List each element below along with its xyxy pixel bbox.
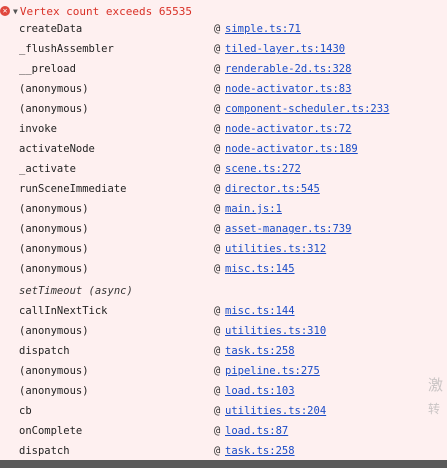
source-link[interactable]: misc.ts:145 [225,259,295,279]
frame-function: (anonymous) [19,103,89,115]
stack-frame: runSceneImmediate @ director.ts:545 [0,179,447,199]
frame-function: invoke [19,123,57,135]
at-symbol: @ [214,203,221,215]
at-symbol: @ [214,305,221,317]
frame-function: (anonymous) [19,263,89,275]
frame-function: (anonymous) [19,83,89,95]
source-link[interactable]: pipeline.ts:275 [225,361,320,381]
source-link[interactable]: director.ts:545 [225,179,320,199]
frame-function: onComplete [19,425,83,437]
watermark-glyph: 激 [428,376,444,394]
console-error-panel: ✕ ▼ Vertex count exceeds 65535 createDat… [0,0,447,460]
at-symbol: @ [214,325,221,337]
source-link[interactable]: utilities.ts:310 [225,321,326,341]
stack-frame: (anonymous) @ pipeline.ts:275 [0,361,447,381]
error-icon: ✕ [0,6,10,16]
stack-frame: (anonymous) @ node-activator.ts:83 [0,79,447,99]
stack-frame: (anonymous) @ asset-manager.ts:739 [0,219,447,239]
at-symbol: @ [214,385,221,397]
frame-function: (anonymous) [19,243,89,255]
at-symbol: @ [214,445,221,457]
source-link[interactable]: scene.ts:272 [225,159,301,179]
source-link[interactable]: task.ts:258 [225,341,295,361]
at-symbol: @ [214,243,221,255]
at-symbol: @ [214,263,221,275]
source-link[interactable]: load.ts:87 [225,421,288,441]
error-message: Vertex count exceeds 65535 [19,4,193,18]
stack-frame: (anonymous) @ main.js:1 [0,199,447,219]
async-label: setTimeout (async) [19,285,133,297]
error-message-row[interactable]: ✕ ▼ Vertex count exceeds 65535 [0,3,192,19]
source-link[interactable]: utilities.ts:204 [225,401,326,421]
at-symbol: @ [214,103,221,115]
frame-function: callInNextTick [19,305,108,317]
source-link[interactable]: node-activator.ts:72 [225,119,351,139]
source-link[interactable]: renderable-2d.ts:328 [225,59,351,79]
frame-function: dispatch [19,345,70,357]
stack-frame: __preload @ renderable-2d.ts:328 [0,59,447,79]
stack-frame: (anonymous) @ misc.ts:145 [0,259,447,279]
source-link[interactable]: main.js:1 [225,199,282,219]
stack-frame: invoke @ node-activator.ts:72 [0,119,447,139]
stack-frame: createData @ simple.ts:71 [0,19,447,39]
stack-frame: _activate @ scene.ts:272 [0,159,447,179]
frame-function: (anonymous) [19,385,89,397]
frame-function: (anonymous) [19,325,89,337]
stack-frame: onComplete @ load.ts:87 [0,421,447,441]
source-link[interactable]: tiled-layer.ts:1430 [225,39,345,59]
triangle-down-icon[interactable]: ▼ [13,7,18,16]
source-link[interactable]: node-activator.ts:189 [225,139,358,159]
at-symbol: @ [214,365,221,377]
frame-function: dispatch [19,445,70,457]
frame-function: runSceneImmediate [19,183,127,195]
source-link[interactable]: simple.ts:71 [225,19,301,39]
source-link[interactable]: node-activator.ts:83 [225,79,351,99]
frame-function: (anonymous) [19,223,89,235]
at-symbol: @ [214,405,221,417]
source-link[interactable]: load.ts:103 [225,381,295,401]
stack-frame: (anonymous) @ component-scheduler.ts:233 [0,99,447,119]
at-symbol: @ [214,43,221,55]
frame-function: _flushAssembler [19,43,114,55]
source-link[interactable]: asset-manager.ts:739 [225,219,351,239]
frame-function: __preload [19,63,76,75]
at-symbol: @ [214,83,221,95]
stack-frame: (anonymous) @ load.ts:103 [0,381,447,401]
stack-frame: activateNode @ node-activator.ts:189 [0,139,447,159]
at-symbol: @ [214,425,221,437]
stack-frame: cb @ utilities.ts:204 [0,401,447,421]
at-symbol: @ [214,345,221,357]
source-link[interactable]: utilities.ts:312 [225,239,326,259]
at-symbol: @ [214,63,221,75]
at-symbol: @ [214,163,221,175]
source-link[interactable]: component-scheduler.ts:233 [225,99,389,119]
stack-frame: _flushAssembler @ tiled-layer.ts:1430 [0,39,447,59]
frame-function: cb [19,405,32,417]
frame-function: (anonymous) [19,365,89,377]
horizontal-scrollbar[interactable] [0,460,447,468]
async-boundary: setTimeout (async) [0,281,447,301]
stack-frame: dispatch @ task.ts:258 [0,441,447,460]
frame-function: (anonymous) [19,203,89,215]
stack-frame: (anonymous) @ utilities.ts:310 [0,321,447,341]
at-symbol: @ [214,123,221,135]
at-symbol: @ [214,143,221,155]
source-link[interactable]: misc.ts:144 [225,301,295,321]
at-symbol: @ [214,183,221,195]
at-symbol: @ [214,23,221,35]
frame-function: activateNode [19,143,95,155]
source-link[interactable]: task.ts:258 [225,441,295,460]
frame-function: createData [19,23,83,35]
at-symbol: @ [214,223,221,235]
stack-frame: dispatch @ task.ts:258 [0,341,447,361]
watermark-glyph: 转 [428,402,441,416]
stack-frame: (anonymous) @ utilities.ts:312 [0,239,447,259]
frame-function: _activate [19,163,76,175]
stack-frame: callInNextTick @ misc.ts:144 [0,301,447,321]
